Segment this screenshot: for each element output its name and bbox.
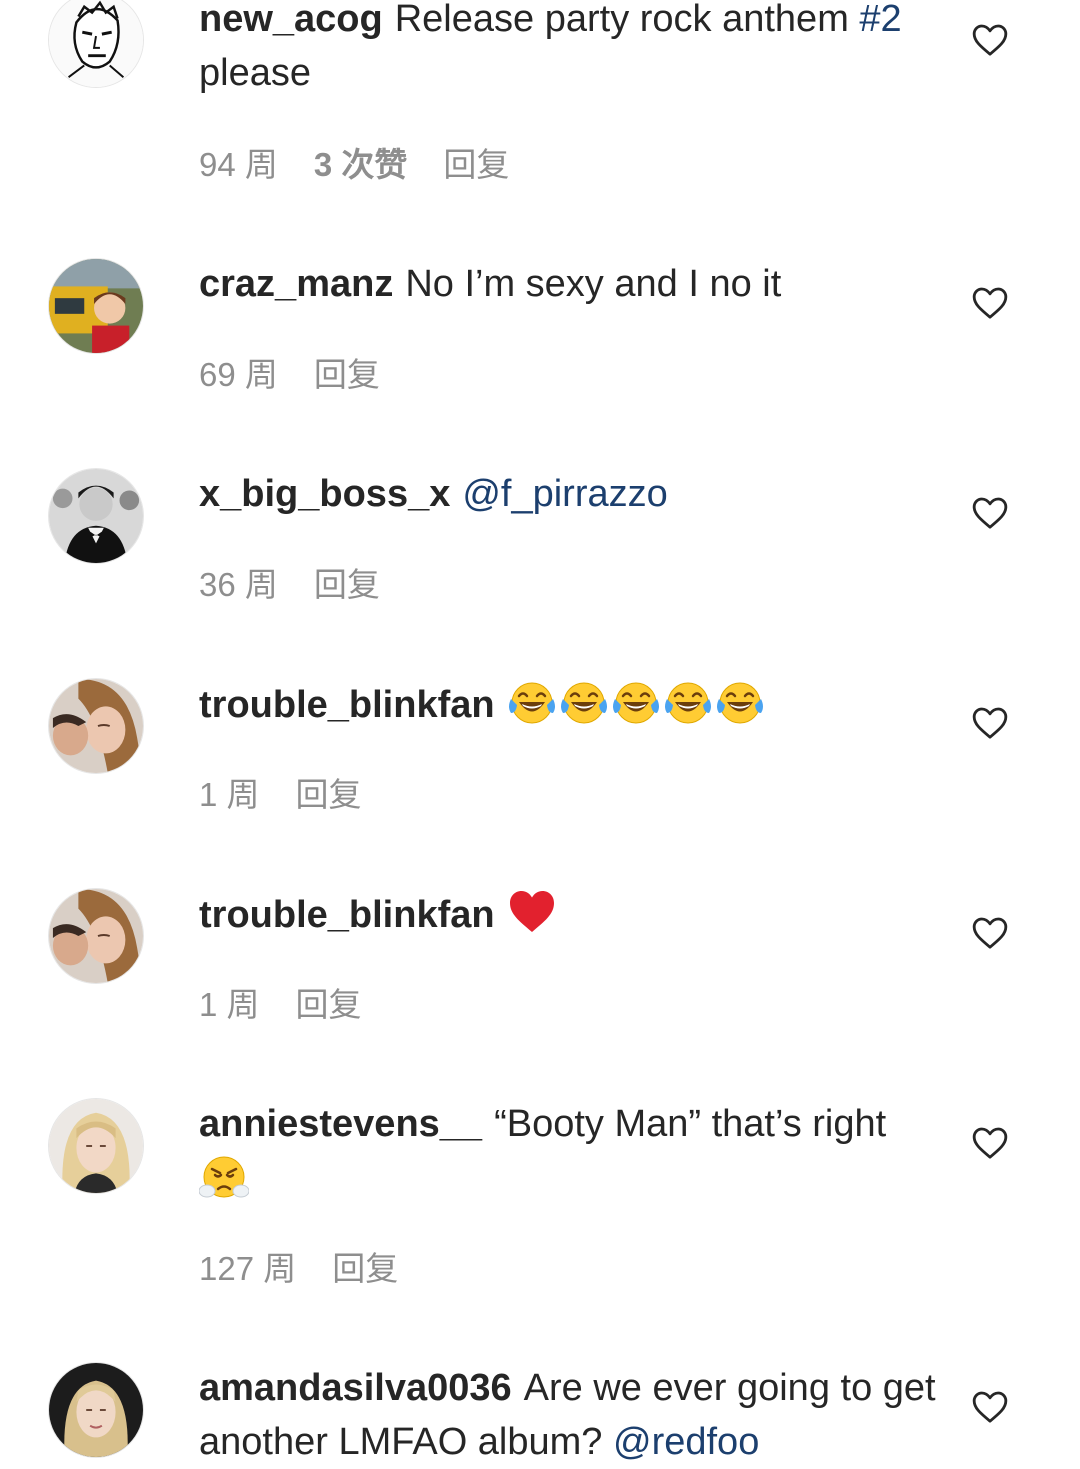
reply-button[interactable]: 回复 xyxy=(332,1250,398,1287)
comment-text: craz_manz No I’m sexy and I no it xyxy=(199,257,939,311)
comment-meta: 127 周回复 xyxy=(199,1249,434,1289)
comment-age: 94 周 xyxy=(199,146,278,183)
mention-link[interactable]: @f_pirrazzo xyxy=(462,473,667,515)
comment-text: x_big_boss_x @f_pirrazzo xyxy=(199,467,939,521)
sketch-face-avatar-icon xyxy=(49,0,143,87)
comment-body: “Booty Man” that’s right xyxy=(494,1103,887,1145)
comment-age: 36 周 xyxy=(199,566,278,603)
tears-of-joy-emoji-icon xyxy=(611,677,661,727)
tears-of-joy-emoji-icon xyxy=(663,677,713,727)
like-heart-icon[interactable] xyxy=(970,1387,1010,1427)
comment-text: anniestevens__ “Booty Man” that’s right xyxy=(199,1097,939,1206)
photo-avatar-icon xyxy=(49,1363,143,1457)
photo-avatar-icon xyxy=(49,679,143,773)
comment-meta: 69 周回复 xyxy=(199,355,416,395)
like-heart-icon[interactable] xyxy=(970,20,1010,60)
avatar-x-big-boss-x[interactable] xyxy=(48,468,144,564)
avatar-craz-manz[interactable] xyxy=(48,258,144,354)
comment-age: 1 周 xyxy=(199,986,260,1023)
comment-username[interactable]: craz_manz xyxy=(199,263,393,305)
comment-body-end: please xyxy=(199,52,311,94)
comment-body: No I’m sexy and I no it xyxy=(405,263,782,305)
comment-username[interactable]: amandasilva0036 xyxy=(199,1367,512,1409)
comment-meta: 1 周回复 xyxy=(199,985,398,1025)
comment-username[interactable]: trouble_blinkfan xyxy=(199,894,495,936)
steam-from-nose-emoji-icon xyxy=(199,1151,249,1201)
reply-button[interactable]: 回复 xyxy=(314,356,380,393)
tears-of-joy-emoji-icon xyxy=(715,677,765,727)
reply-button[interactable]: 回复 xyxy=(296,986,362,1023)
likes-count[interactable]: 3 次赞 xyxy=(314,146,408,183)
comment-meta: 36 周回复 xyxy=(199,565,416,605)
avatar-anniestevens[interactable] xyxy=(48,1098,144,1194)
avatar-amandasilva0036[interactable] xyxy=(48,1362,144,1458)
photo-avatar-icon xyxy=(49,259,143,353)
comment-username[interactable]: new_acog xyxy=(199,0,383,40)
photo-avatar-icon xyxy=(49,889,143,983)
like-heart-icon[interactable] xyxy=(970,1123,1010,1163)
comment-username[interactable]: trouble_blinkfan xyxy=(199,684,495,726)
avatar-new-acog[interactable] xyxy=(48,0,144,88)
comment-age: 1 周 xyxy=(199,776,260,813)
comment-username[interactable]: anniestevens__ xyxy=(199,1103,482,1145)
comment-username[interactable]: x_big_boss_x xyxy=(199,473,450,515)
like-heart-icon[interactable] xyxy=(970,493,1010,533)
tears-of-joy-emoji-icon xyxy=(559,677,609,727)
comment-meta: 94 周 3 次赞 回复 xyxy=(199,145,545,185)
comment-text: amandasilva0036 Are we ever going to get … xyxy=(199,1361,939,1469)
comment-age: 127 周 xyxy=(199,1250,297,1287)
photo-avatar-icon xyxy=(49,469,143,563)
like-heart-icon[interactable] xyxy=(970,283,1010,323)
photo-avatar-icon xyxy=(49,1099,143,1193)
like-heart-icon[interactable] xyxy=(970,703,1010,743)
avatar-trouble-blinkfan[interactable] xyxy=(48,678,144,774)
mention-link[interactable]: @redfoo xyxy=(613,1421,759,1463)
comment-body: Release party rock anthem xyxy=(394,0,860,40)
reply-button[interactable]: 回复 xyxy=(314,566,380,603)
comment-meta: 1 周回复 xyxy=(199,775,398,815)
comment-text: trouble_blinkfan xyxy=(199,677,939,732)
avatar-trouble-blinkfan[interactable] xyxy=(48,888,144,984)
comment-text: new_acog Release party rock anthem #2 ple… xyxy=(199,0,939,100)
comment-age: 69 周 xyxy=(199,356,278,393)
hashtag-link[interactable]: #2 xyxy=(859,0,901,40)
reply-button[interactable]: 回复 xyxy=(443,146,509,183)
red-heart-emoji-icon xyxy=(507,887,557,937)
like-heart-icon[interactable] xyxy=(970,913,1010,953)
tears-of-joy-emoji-icon xyxy=(507,677,557,727)
comment-text: trouble_blinkfan xyxy=(199,887,939,942)
reply-button[interactable]: 回复 xyxy=(296,776,362,813)
